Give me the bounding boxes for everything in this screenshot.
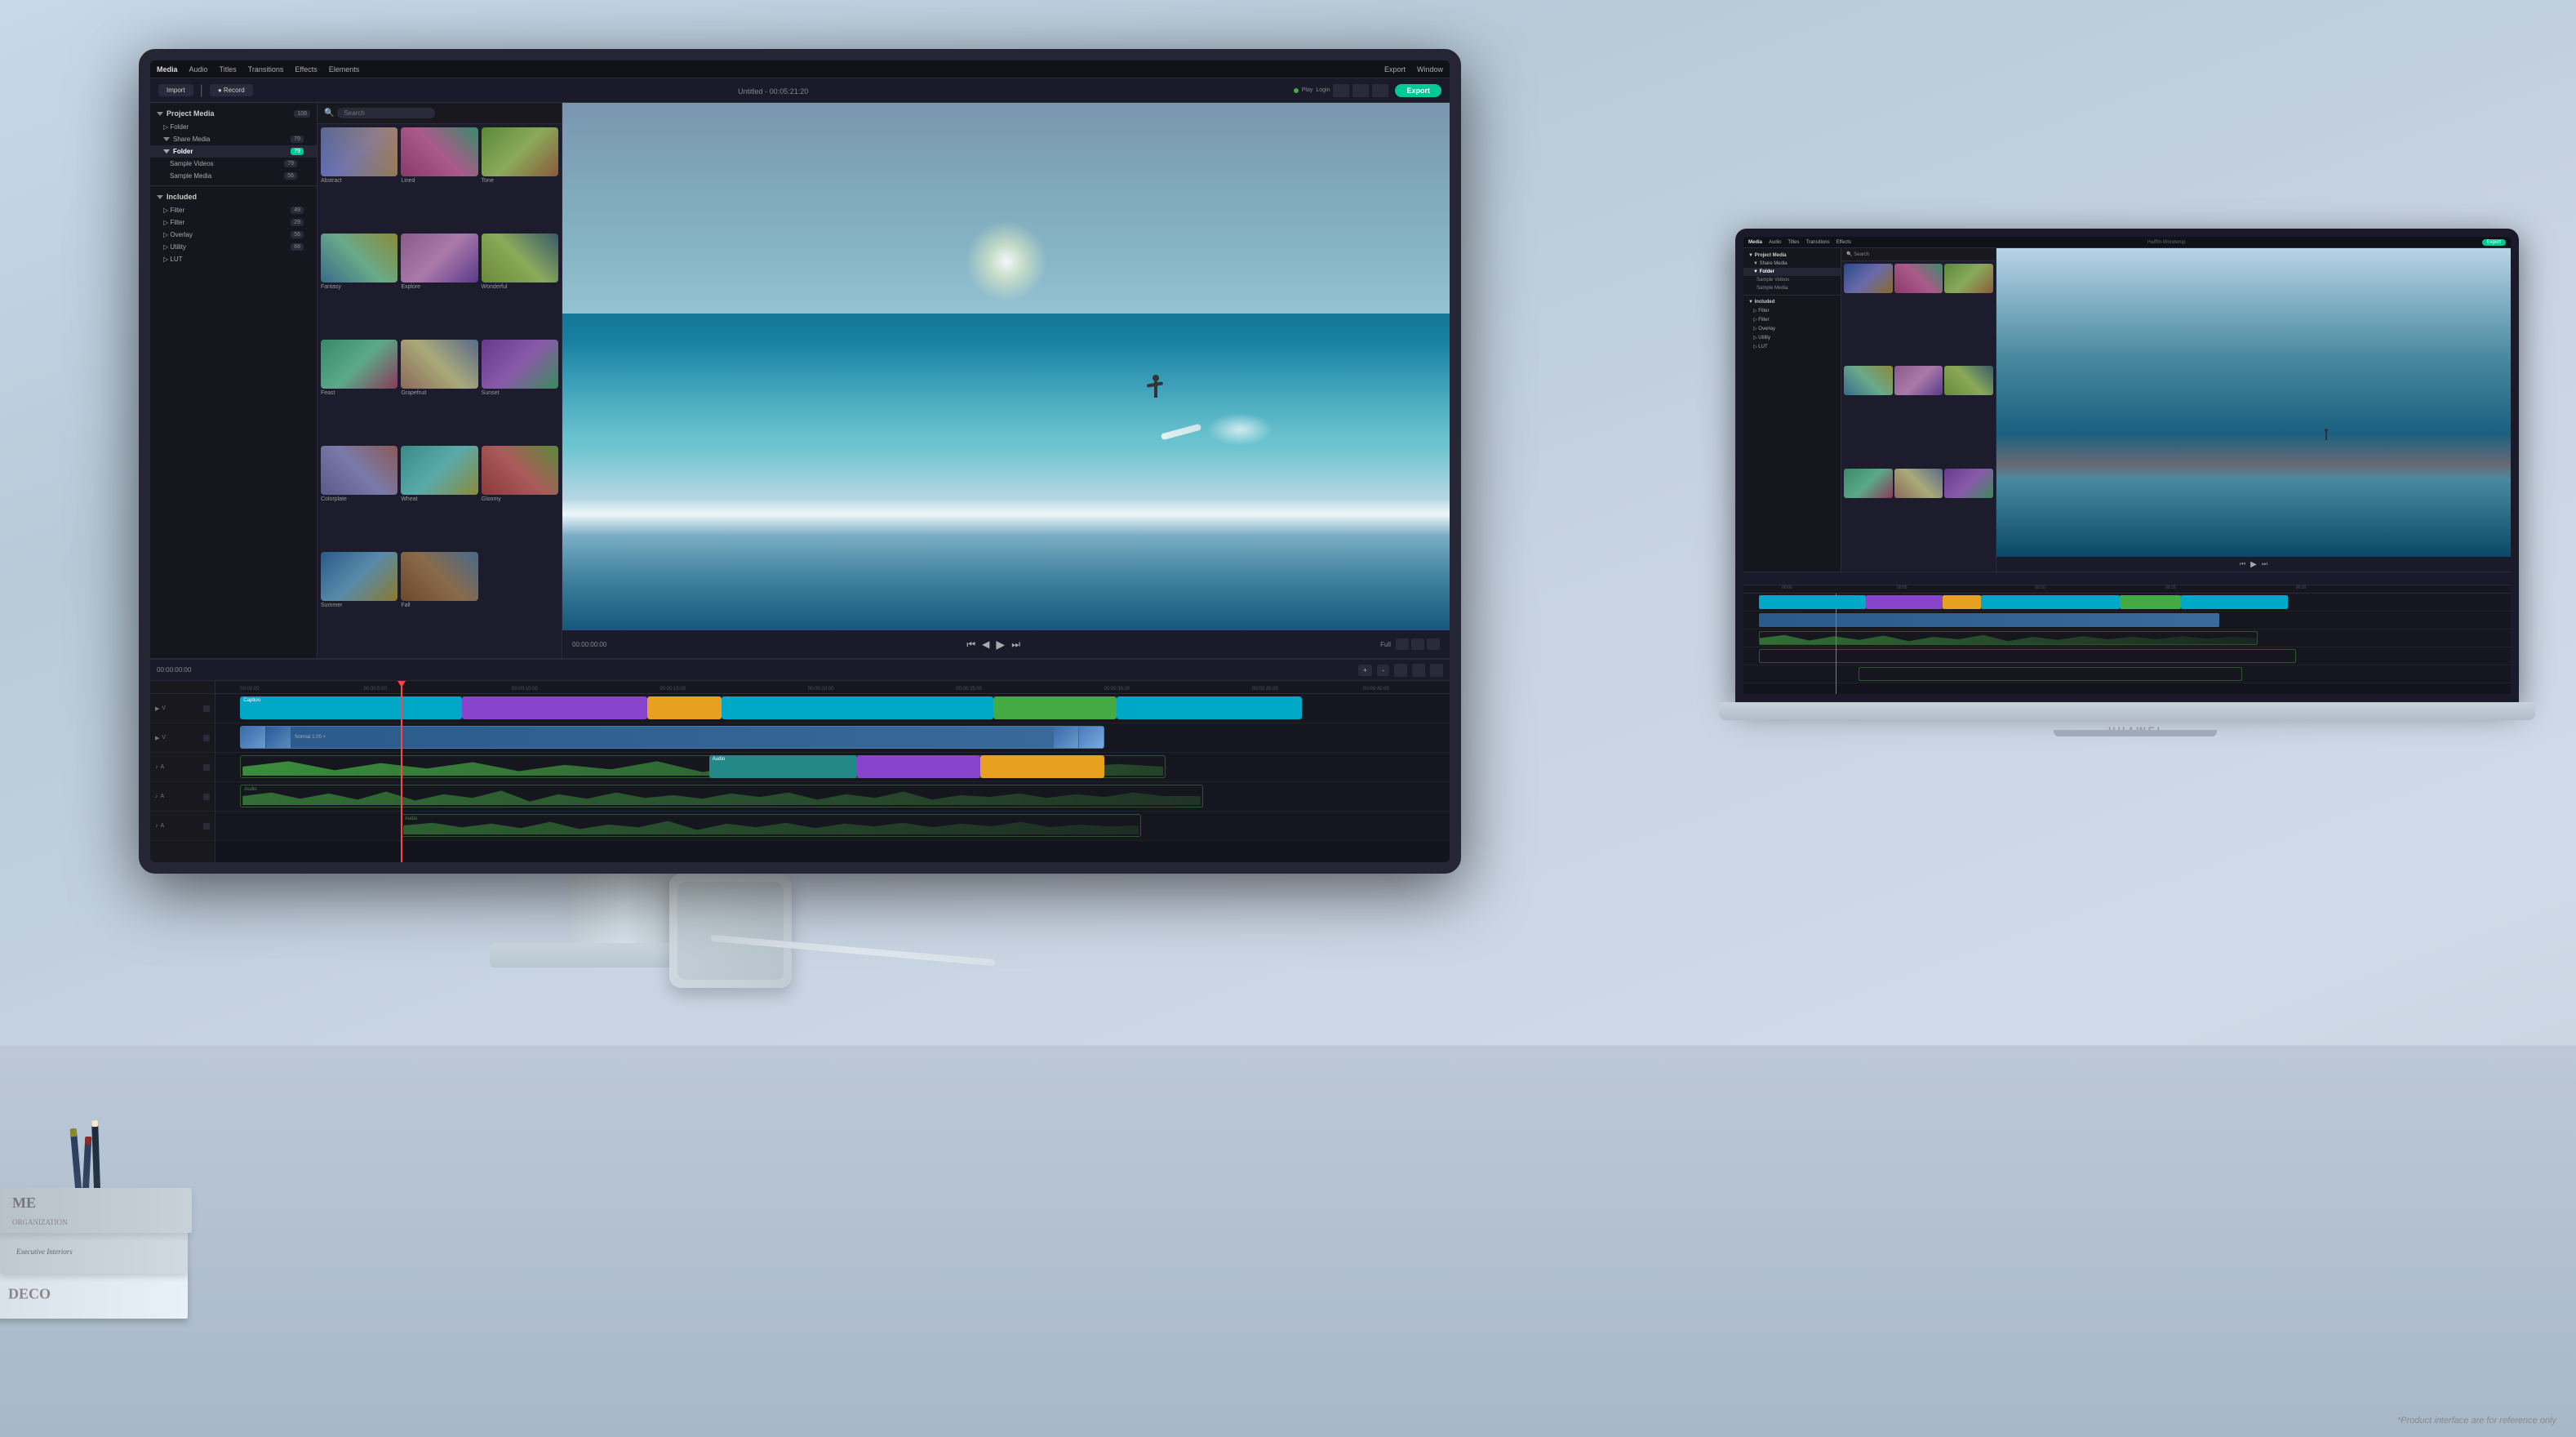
- thumb-abstract[interactable]: Abstract: [321, 127, 398, 230]
- main-content: Project Media 108 ▷ Folder Share Media: [150, 103, 1450, 658]
- thumb-explore[interactable]: Explore: [401, 234, 477, 336]
- laptop-container: Media Audio Titles Transitions Effects H…: [1735, 229, 2535, 738]
- menu-effects[interactable]: Effects: [295, 65, 317, 73]
- filter-item-1[interactable]: ▷ Filter 49: [150, 204, 317, 216]
- project-media-header[interactable]: Project Media 108: [150, 106, 317, 121]
- included-section: Included ▷ Filter 49 ▷ Filter 29 ▷ Overl…: [150, 186, 317, 269]
- play-button[interactable]: ▶: [996, 638, 1005, 652]
- main-toolbar: Import | ● Record Untitled - 00:05:21:20…: [150, 78, 1450, 103]
- clip-audio-3[interactable]: Audio: [401, 814, 1141, 837]
- app-container: Media Audio Titles Transitions Effects E…: [150, 60, 1450, 862]
- included-label: Included: [167, 193, 197, 201]
- clip-cyan-3[interactable]: [1117, 696, 1302, 719]
- thumb-tone[interactable]: Tone: [482, 127, 558, 230]
- main-monitor: Media Audio Titles Transitions Effects E…: [139, 49, 1461, 874]
- thumb-grapefruit[interactable]: Grapefruit: [401, 340, 477, 443]
- track-label-a2: ♪A: [150, 782, 215, 812]
- project-media-section: Project Media 108 ▷ Folder Share Media: [150, 103, 317, 185]
- thumb-summer[interactable]: Summer: [321, 552, 398, 655]
- laptop-screen: Media Audio Titles Transitions Effects H…: [1735, 229, 2519, 702]
- laptop-base: [1719, 702, 2535, 720]
- clip-teal-1[interactable]: Audio: [709, 755, 857, 778]
- thumb-fall[interactable]: Fall: [401, 552, 477, 655]
- project-title: Untitled - 00:05:21:20: [738, 87, 808, 96]
- preview-controls: 00:00:00:00 ⏮ ◀ ▶ ⏭ Full: [562, 630, 1450, 658]
- export-button[interactable]: Export: [1395, 84, 1441, 97]
- clip-cyan-1[interactable]: Caption: [240, 696, 462, 719]
- menu-titles[interactable]: Titles: [220, 65, 237, 73]
- utility-item[interactable]: ▷ Utility 68: [150, 241, 317, 253]
- disclaimer: *Product interface are for reference onl…: [2397, 1413, 2556, 1427]
- media-grid: Abstract Lined Tone F: [318, 124, 562, 658]
- sample-media-item[interactable]: Sample Media 56: [150, 170, 317, 182]
- thumb-colorplate[interactable]: Colorplate: [321, 446, 398, 549]
- track-label-a1: ♪A: [150, 753, 215, 782]
- menu-export[interactable]: Export: [1384, 65, 1406, 73]
- desk-surface: [0, 1045, 2576, 1437]
- lut-item[interactable]: ▷ LUT: [150, 253, 317, 265]
- zoom-in-button[interactable]: +: [1358, 665, 1372, 676]
- share-media-item[interactable]: Share Media 79: [150, 133, 317, 145]
- project-media-label: Project Media: [167, 109, 215, 118]
- included-header[interactable]: Included: [150, 189, 317, 204]
- sample-videos-item[interactable]: Sample Videos 79: [150, 158, 317, 170]
- thumb-lined[interactable]: Lined: [401, 127, 477, 230]
- share-media-label: Share Media: [173, 136, 210, 143]
- record-button[interactable]: ● Record: [210, 84, 253, 96]
- import-button[interactable]: Import: [158, 84, 193, 96]
- folder-active-item[interactable]: Folder 79: [150, 145, 317, 158]
- thumb-sunset[interactable]: Sunset: [482, 340, 558, 443]
- overlay-item[interactable]: ▷ Overlay 56: [150, 229, 317, 241]
- track-controls: ▶V ▶V ♪A ♪A: [150, 681, 215, 862]
- track-label-v1: ▶V: [150, 694, 215, 723]
- skip-forward-button[interactable]: ⏭: [1011, 638, 1020, 651]
- preview-panel: 00:00:00:00 ⏮ ◀ ▶ ⏭ Full: [562, 103, 1450, 658]
- zoom-out-button[interactable]: -: [1377, 665, 1389, 676]
- left-panel: Project Media 108 ▷ Folder Share Media: [150, 103, 318, 658]
- thumb-gloomy[interactable]: Gloomy: [482, 446, 558, 549]
- clip-audio-2[interactable]: Audio: [240, 785, 1202, 807]
- track-label-v2: ▶V: [150, 723, 215, 753]
- menu-elements[interactable]: Elements: [329, 65, 360, 73]
- menu-transitions[interactable]: Transitions: [248, 65, 284, 73]
- thumb-fantasy[interactable]: Fantasy: [321, 234, 398, 336]
- speaker-box: [669, 874, 792, 988]
- thumb-feast[interactable]: Feast: [321, 340, 398, 443]
- menu-media[interactable]: Media: [157, 65, 178, 73]
- track-content: 00:00:00 00:00:5:00 00:00:10:00 00:00:15…: [215, 681, 1450, 862]
- center-area: 🔍 Abstract: [318, 103, 1450, 658]
- time-display: 00:00:00:00: [572, 641, 606, 648]
- clip-orange-audio[interactable]: [980, 755, 1104, 778]
- media-search-bar: 🔍: [318, 103, 562, 124]
- thumb-wheat[interactable]: Wheat: [401, 446, 477, 549]
- clip-video-1[interactable]: Normal 1.00 ×: [240, 726, 1104, 749]
- track-label-a3: ♪A: [150, 812, 215, 841]
- menu-audio[interactable]: Audio: [189, 65, 208, 73]
- skip-back-button[interactable]: ⏮: [966, 638, 975, 651]
- monitor-stand-neck: [571, 874, 677, 947]
- books: DECO Executive Interiors ME ORGANIZATION: [0, 1139, 237, 1319]
- playhead[interactable]: [401, 681, 402, 862]
- clip-orange-1[interactable]: [647, 696, 722, 719]
- play-back-button[interactable]: ◀: [982, 638, 989, 650]
- folder-item[interactable]: ▷ Folder: [150, 121, 317, 133]
- timeline-area: 00:00:00:00 + - ▶V: [150, 658, 1450, 862]
- thumb-wonderful[interactable]: Wonderful: [482, 234, 558, 336]
- clip-cyan-2[interactable]: [722, 696, 993, 719]
- surfer-figure: [1145, 375, 1166, 420]
- menu-bar: Media Audio Titles Transitions Effects E…: [150, 60, 1450, 78]
- clip-green-1[interactable]: [993, 696, 1117, 719]
- menu-window[interactable]: Window: [1417, 65, 1443, 73]
- media-panel: 🔍 Abstract: [318, 103, 562, 658]
- search-input[interactable]: [337, 108, 435, 118]
- timeline-tracks-container: ▶V ▶V ♪A ♪A: [150, 681, 1450, 862]
- clip-purple-1[interactable]: [462, 696, 647, 719]
- clip-purple-audio[interactable]: [857, 755, 980, 778]
- filter-item-2[interactable]: ▷ Filter 29: [150, 216, 317, 229]
- timeline-toolbar: 00:00:00:00 + -: [150, 660, 1450, 681]
- video-preview: [562, 103, 1450, 630]
